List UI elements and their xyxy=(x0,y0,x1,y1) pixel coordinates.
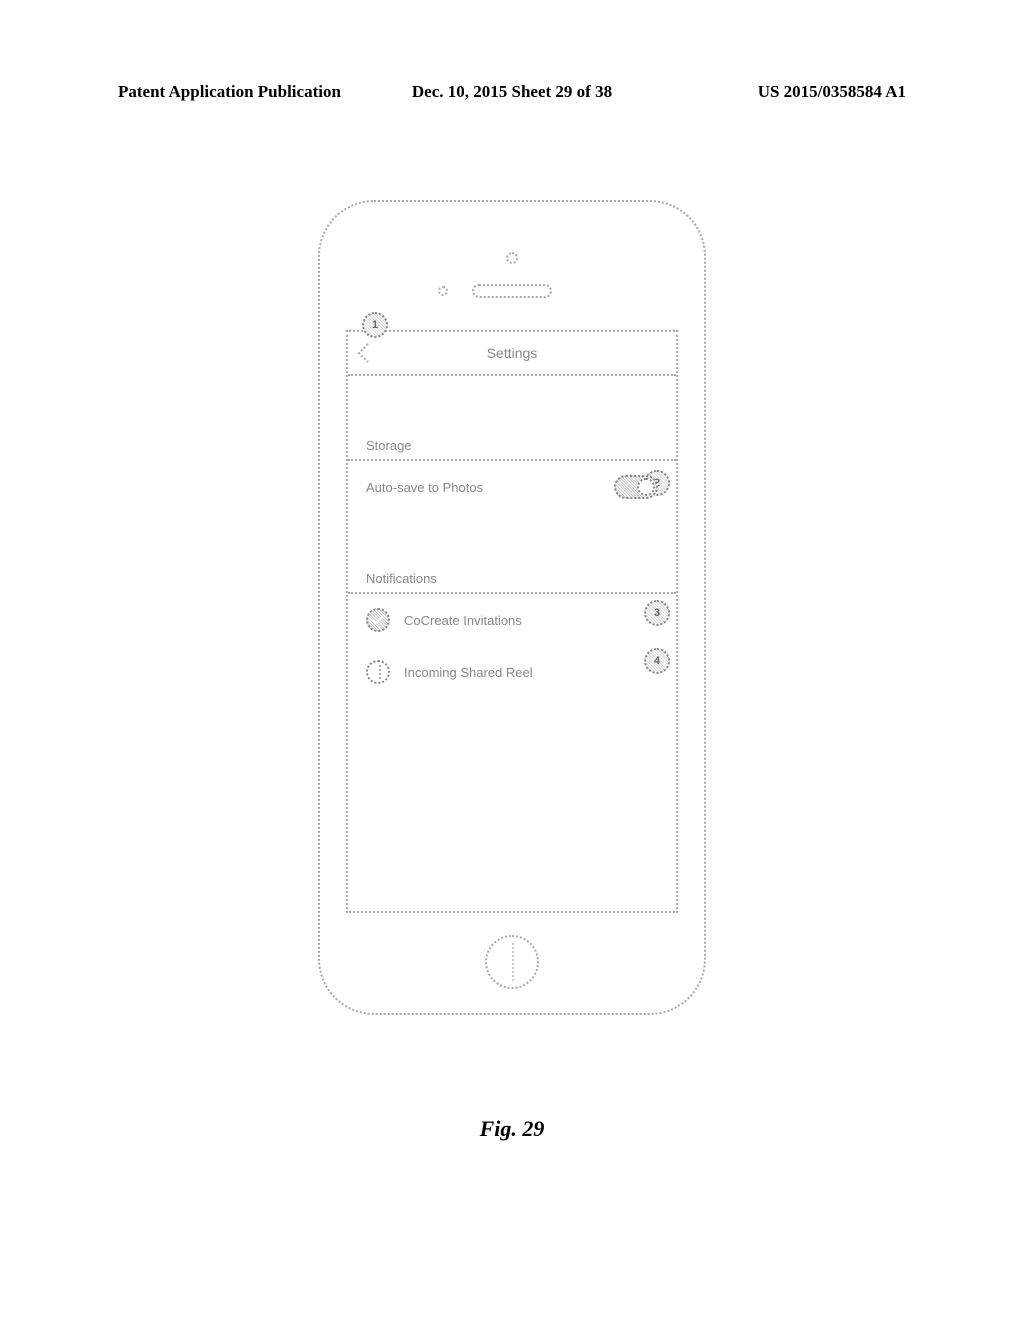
row-incoming[interactable]: Incoming Shared Reel xyxy=(348,646,676,698)
storage-header: Storage xyxy=(348,438,676,461)
header-left: Patent Application Publication xyxy=(118,82,341,102)
figure-label: Fig. 29 xyxy=(480,1116,545,1142)
incoming-label: Incoming Shared Reel xyxy=(404,665,658,680)
header-center: Dec. 10, 2015 Sheet 29 of 38 xyxy=(412,82,612,102)
auto-save-label: Auto-save to Photos xyxy=(366,480,600,495)
phone-outline: 1 2 3 4 Settings Storage Auto-save to Ph… xyxy=(318,200,706,1015)
camera-icon xyxy=(506,252,518,264)
speaker-icon xyxy=(472,284,552,298)
radio-unchecked-icon[interactable] xyxy=(366,660,390,684)
section-notifications: Notifications CoCreate Invitations Incom… xyxy=(348,571,676,698)
phone-screen: Settings Storage Auto-save to Photos Not… xyxy=(346,330,678,913)
page-title: Settings xyxy=(487,345,538,361)
toggle-knob-icon xyxy=(637,478,655,496)
cocreate-label: CoCreate Invitations xyxy=(404,613,658,628)
home-button[interactable] xyxy=(485,935,539,989)
page-header: Patent Application Publication Dec. 10, … xyxy=(118,82,906,102)
back-icon[interactable] xyxy=(356,342,370,364)
radio-checked-icon[interactable] xyxy=(366,608,390,632)
auto-save-toggle[interactable] xyxy=(614,475,658,499)
notifications-header: Notifications xyxy=(348,571,676,594)
row-cocreate[interactable]: CoCreate Invitations xyxy=(348,594,676,646)
title-bar: Settings xyxy=(348,332,676,376)
callout-1: 1 xyxy=(362,312,388,338)
header-right: US 2015/0358584 A1 xyxy=(758,82,906,102)
row-auto-save: Auto-save to Photos xyxy=(348,461,676,513)
section-storage: Storage Auto-save to Photos xyxy=(348,438,676,513)
sensor-icon xyxy=(438,286,448,296)
